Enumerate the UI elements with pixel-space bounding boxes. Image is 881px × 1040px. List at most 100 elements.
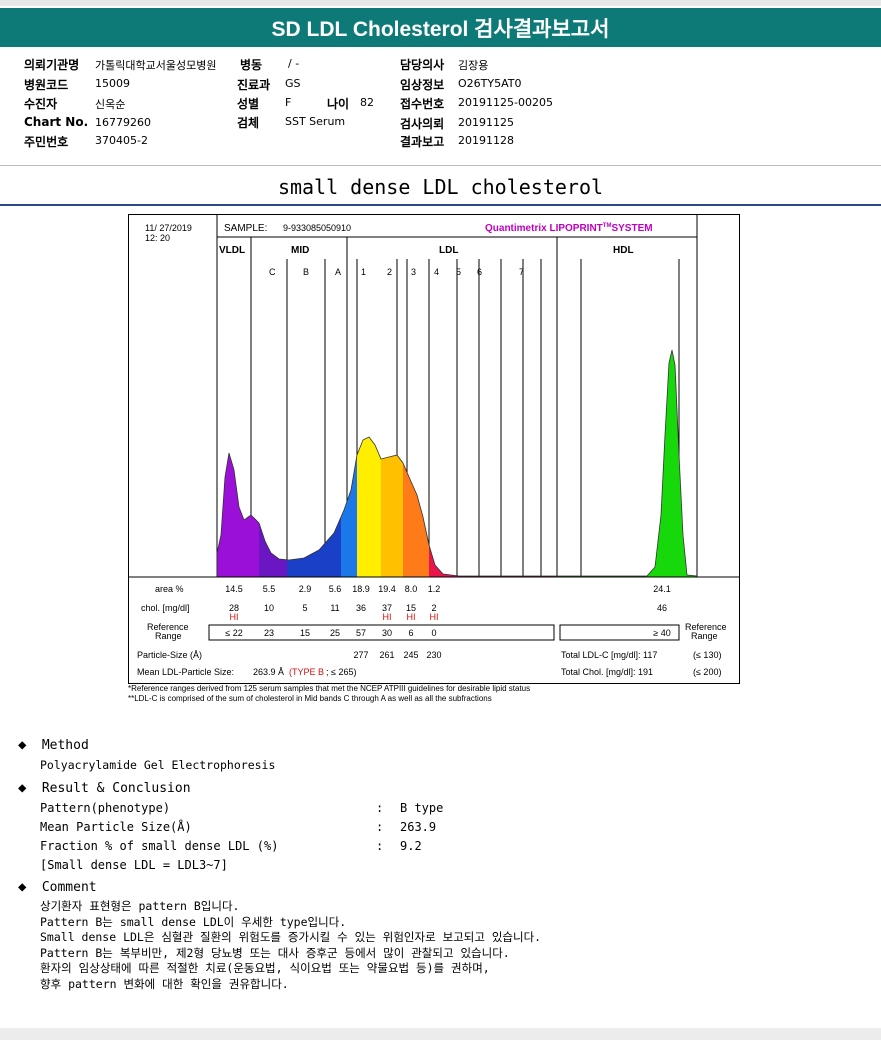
chol-row-label: chol. [mg/dl] [141,603,190,613]
band-fill-ldl4 [429,350,449,577]
band-label: 4 [434,267,439,277]
ref-row-label-2: Range [155,631,182,641]
comment-line: 향후 pattern 변화에 대한 확인을 권유합니다. [40,976,289,991]
result-key-1: Mean Particle Size(Å) [40,820,192,834]
area-row-label: area % [155,584,184,594]
sex-value: F [285,96,292,109]
comment-line: 상기환자 표현형은 pattern B입니다. [40,899,240,913]
area-value: 19.4 [378,584,396,594]
receipt-no-value: 20191125-00205 [458,96,553,109]
result-report-value: 20191128 [458,134,514,147]
receipt-no-label: 접수번호 [400,97,445,111]
ref-value: 23 [264,628,274,638]
result-value-0: B type [400,801,444,815]
chol-value: 5 [302,603,307,613]
hi-flag: HI [407,612,416,622]
particle-size-value: 261 [379,650,394,660]
group-mid: MID [291,245,309,256]
institution-value: 가톨릭대학교서울성모병원 [95,59,217,72]
ref-value: ≤ 22 [225,628,242,638]
total-chol: Total Chol. [mg/dl]: 191 [561,667,653,677]
doctor-label: 담당의사 [400,58,445,72]
method-text: Polyacrylamide Gel Electrophoresis [40,758,276,772]
report-title: SD LDL Cholesterol 검사결과보고서 [0,8,881,47]
result-note: [Small dense LDL = LDL3~7] [40,858,228,872]
chol-value: 36 [356,603,366,613]
report-time: 12: 20 [145,233,170,243]
footnote-1: *Reference ranges derived from 125 serum… [128,684,531,693]
mean-row-label: Mean LDL-Particle Size: [137,667,234,677]
section-subtitle: small dense LDL cholesterol [0,170,881,206]
total-ldl-ref: (≤ 130) [693,650,721,660]
specimen-value: SST Serum [285,115,346,128]
band-fill-ldl1 [357,350,381,577]
footnote-2: **LDL-C is comprised of the sum of chole… [128,694,492,703]
band-fill-hdl [557,350,697,577]
ward-label: 병동 [240,58,263,72]
band-fill-mid-a [341,350,357,577]
result-colon: : [376,820,384,834]
hospital-code-value: 15009 [95,77,130,90]
band-label: A [335,267,341,277]
result-value-1: 263.9 [400,820,437,834]
particle-size-value: 277 [353,650,368,660]
resident-no-label: 주민번호 [24,135,69,149]
ref-right-label-2: Range [691,631,718,641]
mean-value: 263.9 Å [253,667,284,677]
diamond-bullet-icon: ◆ [18,737,27,753]
group-hdl: HDL [613,245,634,256]
result-colon: : [376,839,384,853]
clinical-info-value: O26TY5AT0 [458,77,522,90]
institution-label: 의뢰기관명 [24,58,80,72]
band-label: 6 [477,267,482,277]
report-date: 11/ 27/2019 [145,223,192,233]
result-report-label: 결과보고 [400,135,445,149]
particle-size-value: 230 [426,650,441,660]
comment-heading: ◆ Comment [18,879,97,895]
ref-value: 57 [356,628,366,638]
result-heading: ◆ Result & Conclusion [18,780,191,796]
chart-no-value: 16779260 [95,116,151,129]
band-label: 1 [361,267,366,277]
band-fill-ldl5 [449,350,479,577]
hi-flag: HI [230,612,239,622]
band-label: C [269,267,276,277]
result-title: Result & Conclusion [41,781,191,796]
ward-value: / - [288,57,300,70]
hospital-code-label: 병원코드 [24,78,69,92]
subtitle-text: small dense LDL cholesterol [277,175,604,199]
band-fill-ldl7 [501,350,557,577]
resident-no-value: 370405-2 [95,134,148,147]
total-ldl: Total LDL-C [mg/dl]: 117 [561,650,657,660]
hi-flag: HI [383,612,392,622]
doctor-value: 김장용 [458,59,489,72]
sample-label: SAMPLE: [224,223,267,234]
band-label: 5 [456,267,461,277]
total-chol-ref: (≤ 200) [693,667,721,677]
area-value: 5.6 [329,584,342,594]
ref-value: 30 [382,628,392,638]
comment-line: 환자의 임상상태에 따른 적절한 치료(운동요법, 식이요법 또는 약물요법 등… [40,961,490,975]
top-border [0,0,881,6]
ref-value: 6 [408,628,413,638]
diamond-bullet-icon: ◆ [18,879,27,895]
comment-title: Comment [41,880,97,895]
band-fill-ldl2 [381,350,403,577]
ref-value: 25 [330,628,340,638]
age-value: 82 [360,96,374,109]
ref-value: 15 [300,628,310,638]
age-label: 나이 [327,97,350,111]
particle-size-value: 245 [403,650,418,660]
dept-label: 진료과 [237,78,271,92]
system-name: Quantimetrix LIPOPRINTTMSYSTEM [485,223,653,234]
band-label: B [303,267,309,277]
band-fill-vldl [217,350,259,577]
clinical-info-label: 임상정보 [400,78,445,92]
ref-value: 0 [431,628,436,638]
band-label: 2 [387,267,392,277]
result-key-2: Fraction % of small dense LDL (%) [40,839,279,853]
group-vldl: VLDL [219,245,245,256]
sex-label: 성별 [237,97,260,111]
patient-value: 신옥순 [95,98,126,111]
comment-line: Pattern B는 복부비만, 제2형 당뇨병 또는 대사 증후군 등에서 많… [40,945,510,960]
